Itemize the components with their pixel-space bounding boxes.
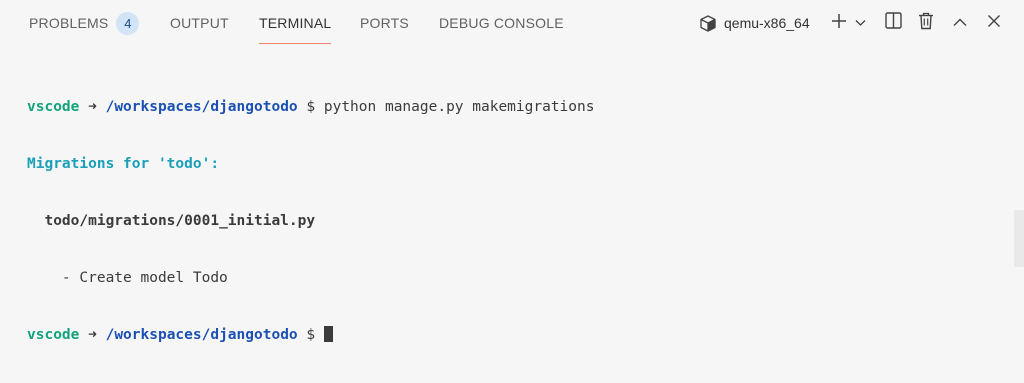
split-icon xyxy=(884,12,902,34)
close-panel-button[interactable] xyxy=(984,9,1004,37)
trash-icon xyxy=(918,12,934,35)
terminal-line: - Create model Todo xyxy=(27,269,594,288)
prompt-symbol: $ xyxy=(306,327,316,343)
cube-icon xyxy=(700,14,716,32)
split-terminal-button[interactable] xyxy=(883,9,903,37)
tab-debug-console[interactable]: DEBUG CONSOLE xyxy=(439,0,564,46)
maximize-panel-button[interactable] xyxy=(950,9,970,37)
prompt-user: vscode xyxy=(27,327,80,343)
terminal-line: vscode ➜ /workspaces/djangotodo $ xyxy=(27,326,594,345)
terminal-dropdown-button[interactable] xyxy=(853,9,867,37)
terminal-line: Migrations for 'todo': xyxy=(27,155,594,174)
panel-tab-bar: PROBLEMS 4 OUTPUT TERMINAL PORTS DEBUG C… xyxy=(0,0,1024,46)
terminal-scrollbar[interactable] xyxy=(1014,210,1024,267)
problems-count-badge: 4 xyxy=(116,11,140,35)
prompt-arrow: ➜ xyxy=(88,99,97,115)
tab-problems-label: PROBLEMS xyxy=(29,15,109,31)
terminal-cursor xyxy=(323,326,333,342)
kill-terminal-button[interactable] xyxy=(916,9,936,37)
terminal-line: vscode ➜ /workspaces/djangotodo $ python… xyxy=(27,98,594,117)
migration-file-path: todo/migrations/0001_initial.py xyxy=(44,213,316,229)
tab-output-label: OUTPUT xyxy=(170,15,229,31)
tab-ports-label: PORTS xyxy=(360,15,409,31)
tab-problems[interactable]: PROBLEMS 4 xyxy=(29,0,140,46)
tab-terminal[interactable]: TERMINAL xyxy=(259,0,332,46)
close-icon xyxy=(987,14,1001,33)
tab-terminal-label: TERMINAL xyxy=(259,15,332,31)
terminal-output[interactable]: vscode ➜ /workspaces/djangotodo $ python… xyxy=(27,60,594,383)
prompt-arrow: ➜ xyxy=(88,327,97,343)
prompt-path: /workspaces/djangotodo xyxy=(105,99,298,115)
plus-icon xyxy=(831,13,847,34)
terminal-line: todo/migrations/0001_initial.py xyxy=(27,212,594,231)
terminal-instance-selector[interactable]: qemu-x86_64 xyxy=(700,9,810,37)
prompt-user: vscode xyxy=(27,99,80,115)
migration-operation: - Create model Todo xyxy=(61,270,228,286)
new-terminal-button[interactable] xyxy=(830,9,848,37)
migrations-heading: Migrations for 'todo': xyxy=(27,156,220,172)
chevron-down-icon xyxy=(855,14,866,32)
tab-debug-console-label: DEBUG CONSOLE xyxy=(439,15,564,31)
tab-output[interactable]: OUTPUT xyxy=(170,0,229,46)
tab-ports[interactable]: PORTS xyxy=(360,0,409,46)
prompt-symbol: $ xyxy=(306,99,316,115)
prompt-path: /workspaces/djangotodo xyxy=(105,327,298,343)
chevron-up-icon xyxy=(953,14,967,32)
terminal-instance-name: qemu-x86_64 xyxy=(724,15,810,31)
terminal-panel: PROBLEMS 4 OUTPUT TERMINAL PORTS DEBUG C… xyxy=(0,0,1024,343)
command-text: python manage.py makemigrations xyxy=(323,99,595,115)
